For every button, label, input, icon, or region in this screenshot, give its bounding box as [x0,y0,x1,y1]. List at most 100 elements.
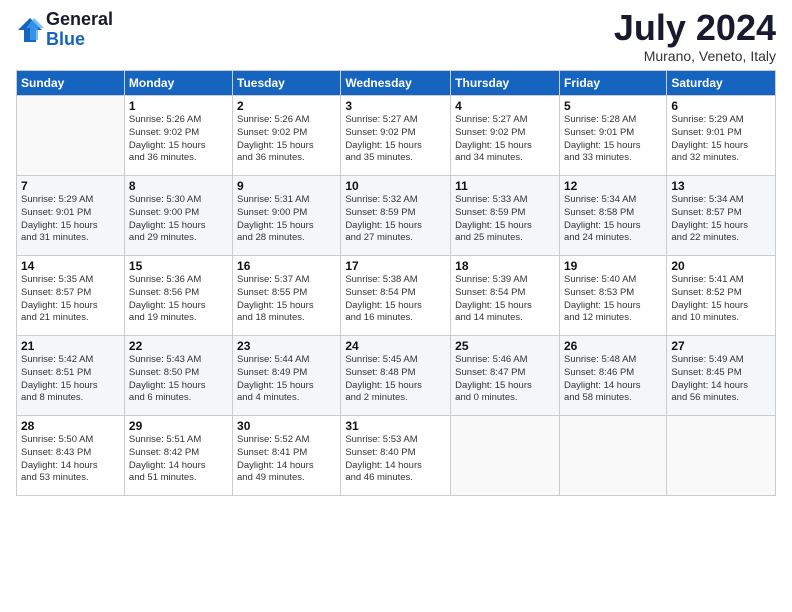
day-info: Sunrise: 5:34 AM Sunset: 8:58 PM Dayligh… [564,194,662,245]
day-number: 4 [455,99,555,113]
calendar-cell [559,416,666,496]
calendar-cell [17,96,125,176]
day-info: Sunrise: 5:29 AM Sunset: 9:01 PM Dayligh… [21,194,120,245]
day-info: Sunrise: 5:52 AM Sunset: 8:41 PM Dayligh… [237,434,336,485]
calendar-header-row: Sunday Monday Tuesday Wednesday Thursday… [17,71,776,96]
calendar-cell: 24Sunrise: 5:45 AM Sunset: 8:48 PM Dayli… [341,336,451,416]
calendar-cell: 3Sunrise: 5:27 AM Sunset: 9:02 PM Daylig… [341,96,451,176]
day-number: 1 [129,99,228,113]
day-number: 20 [671,259,771,273]
header: General Blue July 2024 Murano, Veneto, I… [16,10,776,64]
calendar-cell [667,416,776,496]
day-info: Sunrise: 5:29 AM Sunset: 9:01 PM Dayligh… [671,114,771,165]
day-info: Sunrise: 5:26 AM Sunset: 9:02 PM Dayligh… [129,114,228,165]
day-info: Sunrise: 5:51 AM Sunset: 8:42 PM Dayligh… [129,434,228,485]
calendar-cell: 20Sunrise: 5:41 AM Sunset: 8:52 PM Dayli… [667,256,776,336]
page-container: General Blue July 2024 Murano, Veneto, I… [0,0,792,504]
logo-text: General Blue [46,10,113,50]
day-number: 19 [564,259,662,273]
day-number: 16 [237,259,336,273]
day-info: Sunrise: 5:27 AM Sunset: 9:02 PM Dayligh… [345,114,446,165]
calendar-cell: 16Sunrise: 5:37 AM Sunset: 8:55 PM Dayli… [233,256,341,336]
calendar-cell: 25Sunrise: 5:46 AM Sunset: 8:47 PM Dayli… [451,336,560,416]
month-year-title: July 2024 [614,10,776,46]
day-info: Sunrise: 5:31 AM Sunset: 9:00 PM Dayligh… [237,194,336,245]
day-number: 27 [671,339,771,353]
calendar-cell: 22Sunrise: 5:43 AM Sunset: 8:50 PM Dayli… [124,336,232,416]
calendar-table: Sunday Monday Tuesday Wednesday Thursday… [16,70,776,496]
logo-blue: Blue [46,30,113,50]
day-info: Sunrise: 5:30 AM Sunset: 9:00 PM Dayligh… [129,194,228,245]
col-saturday: Saturday [667,71,776,96]
day-info: Sunrise: 5:53 AM Sunset: 8:40 PM Dayligh… [345,434,446,485]
day-info: Sunrise: 5:34 AM Sunset: 8:57 PM Dayligh… [671,194,771,245]
calendar-cell: 18Sunrise: 5:39 AM Sunset: 8:54 PM Dayli… [451,256,560,336]
day-number: 17 [345,259,446,273]
day-info: Sunrise: 5:36 AM Sunset: 8:56 PM Dayligh… [129,274,228,325]
day-info: Sunrise: 5:38 AM Sunset: 8:54 PM Dayligh… [345,274,446,325]
col-monday: Monday [124,71,232,96]
day-info: Sunrise: 5:45 AM Sunset: 8:48 PM Dayligh… [345,354,446,405]
day-info: Sunrise: 5:42 AM Sunset: 8:51 PM Dayligh… [21,354,120,405]
day-info: Sunrise: 5:40 AM Sunset: 8:53 PM Dayligh… [564,274,662,325]
day-info: Sunrise: 5:26 AM Sunset: 9:02 PM Dayligh… [237,114,336,165]
day-number: 29 [129,419,228,433]
col-wednesday: Wednesday [341,71,451,96]
calendar-cell: 10Sunrise: 5:32 AM Sunset: 8:59 PM Dayli… [341,176,451,256]
day-number: 3 [345,99,446,113]
calendar-cell: 21Sunrise: 5:42 AM Sunset: 8:51 PM Dayli… [17,336,125,416]
day-number: 25 [455,339,555,353]
logo-icon [16,16,44,44]
day-number: 23 [237,339,336,353]
day-number: 26 [564,339,662,353]
logo-general: General [46,10,113,30]
location-title: Murano, Veneto, Italy [614,48,776,64]
day-info: Sunrise: 5:28 AM Sunset: 9:01 PM Dayligh… [564,114,662,165]
day-info: Sunrise: 5:50 AM Sunset: 8:43 PM Dayligh… [21,434,120,485]
calendar-cell: 23Sunrise: 5:44 AM Sunset: 8:49 PM Dayli… [233,336,341,416]
calendar-cell: 26Sunrise: 5:48 AM Sunset: 8:46 PM Dayli… [559,336,666,416]
day-info: Sunrise: 5:41 AM Sunset: 8:52 PM Dayligh… [671,274,771,325]
day-info: Sunrise: 5:37 AM Sunset: 8:55 PM Dayligh… [237,274,336,325]
day-info: Sunrise: 5:49 AM Sunset: 8:45 PM Dayligh… [671,354,771,405]
day-number: 21 [21,339,120,353]
calendar-cell: 30Sunrise: 5:52 AM Sunset: 8:41 PM Dayli… [233,416,341,496]
day-info: Sunrise: 5:46 AM Sunset: 8:47 PM Dayligh… [455,354,555,405]
day-number: 10 [345,179,446,193]
day-number: 14 [21,259,120,273]
col-sunday: Sunday [17,71,125,96]
calendar-week-row: 28Sunrise: 5:50 AM Sunset: 8:43 PM Dayli… [17,416,776,496]
day-number: 12 [564,179,662,193]
calendar-cell: 6Sunrise: 5:29 AM Sunset: 9:01 PM Daylig… [667,96,776,176]
calendar-cell: 27Sunrise: 5:49 AM Sunset: 8:45 PM Dayli… [667,336,776,416]
calendar-cell: 12Sunrise: 5:34 AM Sunset: 8:58 PM Dayli… [559,176,666,256]
calendar-cell: 14Sunrise: 5:35 AM Sunset: 8:57 PM Dayli… [17,256,125,336]
day-number: 5 [564,99,662,113]
day-number: 22 [129,339,228,353]
day-info: Sunrise: 5:35 AM Sunset: 8:57 PM Dayligh… [21,274,120,325]
calendar-cell: 28Sunrise: 5:50 AM Sunset: 8:43 PM Dayli… [17,416,125,496]
logo: General Blue [16,10,113,50]
calendar-cell: 7Sunrise: 5:29 AM Sunset: 9:01 PM Daylig… [17,176,125,256]
col-tuesday: Tuesday [233,71,341,96]
day-number: 9 [237,179,336,193]
calendar-cell: 17Sunrise: 5:38 AM Sunset: 8:54 PM Dayli… [341,256,451,336]
day-number: 7 [21,179,120,193]
calendar-cell: 8Sunrise: 5:30 AM Sunset: 9:00 PM Daylig… [124,176,232,256]
title-area: July 2024 Murano, Veneto, Italy [614,10,776,64]
calendar-cell: 19Sunrise: 5:40 AM Sunset: 8:53 PM Dayli… [559,256,666,336]
day-info: Sunrise: 5:44 AM Sunset: 8:49 PM Dayligh… [237,354,336,405]
day-number: 28 [21,419,120,433]
day-info: Sunrise: 5:48 AM Sunset: 8:46 PM Dayligh… [564,354,662,405]
day-number: 13 [671,179,771,193]
calendar-week-row: 7Sunrise: 5:29 AM Sunset: 9:01 PM Daylig… [17,176,776,256]
day-info: Sunrise: 5:33 AM Sunset: 8:59 PM Dayligh… [455,194,555,245]
calendar-cell: 29Sunrise: 5:51 AM Sunset: 8:42 PM Dayli… [124,416,232,496]
col-thursday: Thursday [451,71,560,96]
calendar-week-row: 14Sunrise: 5:35 AM Sunset: 8:57 PM Dayli… [17,256,776,336]
day-number: 6 [671,99,771,113]
calendar-week-row: 21Sunrise: 5:42 AM Sunset: 8:51 PM Dayli… [17,336,776,416]
calendar-cell: 9Sunrise: 5:31 AM Sunset: 9:00 PM Daylig… [233,176,341,256]
calendar-cell: 1Sunrise: 5:26 AM Sunset: 9:02 PM Daylig… [124,96,232,176]
day-number: 11 [455,179,555,193]
